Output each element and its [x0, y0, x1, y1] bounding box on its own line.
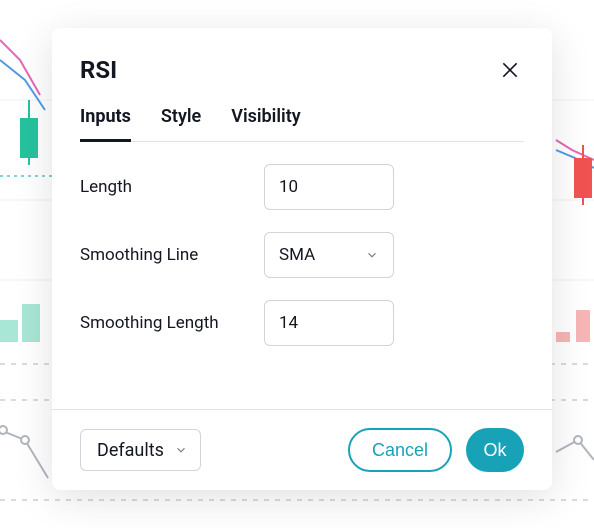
modal-title: RSI — [80, 56, 117, 84]
defaults-label: Defaults — [97, 440, 164, 461]
chevron-down-icon — [365, 248, 379, 262]
modal-header: RSI — [52, 28, 552, 84]
cancel-button[interactable]: Cancel — [348, 428, 452, 472]
tab-visibility[interactable]: Visibility — [231, 106, 300, 142]
close-button[interactable] — [496, 56, 524, 84]
row-length: Length — [80, 164, 524, 210]
ok-button[interactable]: Ok — [466, 428, 524, 472]
form-inputs: Length Smoothing Line SMA Smoothing Leng… — [52, 142, 552, 409]
defaults-dropdown[interactable]: Defaults — [80, 429, 201, 471]
indicator-settings-modal: RSI Inputs Style Visibility Length Smoot… — [52, 28, 552, 490]
chevron-down-icon — [174, 443, 188, 457]
label-length: Length — [80, 177, 264, 197]
select-smoothing-line[interactable]: SMA — [264, 232, 394, 278]
label-smoothing-line: Smoothing Line — [80, 245, 264, 265]
label-smoothing-length: Smoothing Length — [80, 313, 264, 333]
input-length[interactable] — [264, 164, 394, 210]
input-smoothing-length[interactable] — [264, 300, 394, 346]
row-smoothing-line: Smoothing Line SMA — [80, 232, 524, 278]
row-smoothing-length: Smoothing Length — [80, 300, 524, 346]
modal-footer: Defaults Cancel Ok — [52, 409, 552, 490]
tabs: Inputs Style Visibility — [80, 106, 524, 142]
close-icon — [500, 60, 520, 80]
tab-inputs[interactable]: Inputs — [80, 106, 131, 142]
select-smoothing-line-value: SMA — [279, 245, 315, 265]
footer-actions: Cancel Ok — [348, 428, 524, 472]
tab-style[interactable]: Style — [161, 106, 201, 142]
